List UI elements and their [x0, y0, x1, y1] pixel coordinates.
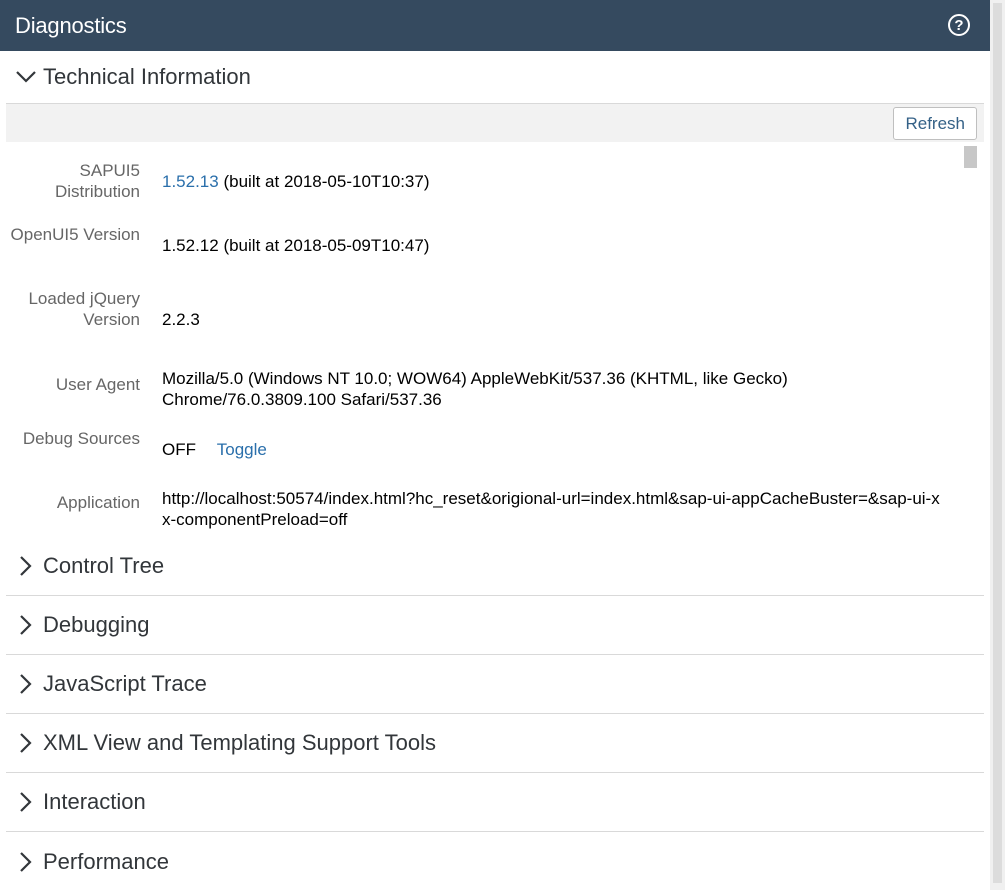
chevron-right-icon — [15, 732, 37, 754]
value-jquery-version: 2.2.3 — [162, 310, 200, 329]
debug-sources-toggle-link[interactable]: Toggle — [217, 440, 267, 459]
chevron-right-icon — [15, 555, 37, 577]
value-sapui5-distribution: 1.52.13 (built at 2018-05-10T10:37) — [162, 171, 942, 192]
panel-technical-information: Technical Information Refresh SAPUI5 Dis… — [0, 51, 990, 537]
label-debug-sources: Debug Sources — [22, 429, 140, 448]
value-debug-sources: OFF Toggle — [162, 439, 942, 460]
window-title: Diagnostics — [15, 12, 127, 38]
panel-title: XML View and Templating Support Tools — [43, 730, 436, 755]
chevron-right-icon — [15, 673, 37, 695]
diagnostics-window: Diagnostics ? Technical Information Refr… — [0, 0, 1005, 890]
panel-title: JavaScript Trace — [43, 671, 207, 696]
sapui5-built-date: (built at 2018-05-10T10:37) — [223, 172, 430, 191]
panel-title: Performance — [43, 848, 169, 874]
label-user-agent: User Agent — [55, 375, 140, 394]
label-jquery-version: Loaded jQuery Version — [28, 289, 140, 329]
title-bar: Diagnostics ? — [0, 0, 990, 51]
value-application: http://localhost:50574/index.html?hc_res… — [162, 489, 940, 529]
refresh-button[interactable]: Refresh — [893, 107, 977, 140]
label-sapui5-distribution: SAPUI5 Distribution — [54, 161, 140, 201]
panel-title: Interaction — [43, 789, 146, 814]
label-openui5-version: OpenUI5 Version — [10, 225, 140, 244]
technical-information-details: SAPUI5 Distribution 1.52.13 (built at 20… — [6, 142, 984, 537]
label-application: Application — [56, 493, 140, 512]
chevron-down-icon — [15, 66, 37, 88]
panel-xml-view-templating[interactable]: XML View and Templating Support Tools — [6, 714, 984, 773]
panel-title: Control Tree — [43, 553, 165, 578]
panel-javascript-trace[interactable]: JavaScript Trace — [6, 655, 984, 714]
panel-title: Technical Information — [43, 64, 251, 89]
details-scrollbar[interactable] — [964, 146, 977, 168]
panel-header-technical-information[interactable]: Technical Information — [0, 51, 990, 103]
value-user-agent: Mozilla/5.0 (Windows NT 10.0; WOW64) App… — [162, 369, 788, 409]
value-openui5-version: 1.52.12 (built at 2018-05-09T10:47) — [162, 236, 430, 255]
technical-information-toolbar: Refresh — [6, 103, 984, 142]
panel-control-tree[interactable]: Control Tree — [6, 537, 984, 596]
panel-interaction[interactable]: Interaction — [6, 773, 984, 832]
panel-performance[interactable]: Performance — [6, 832, 984, 890]
chevron-right-icon — [15, 614, 37, 636]
window-scrollbar-thumb[interactable] — [993, 3, 1002, 883]
panel-title: Debugging — [43, 612, 150, 637]
window-scrollbar[interactable] — [990, 0, 1005, 890]
sapui5-version-link[interactable]: 1.52.13 — [162, 172, 219, 191]
debug-sources-status: OFF — [162, 440, 196, 459]
chevron-right-icon — [15, 851, 37, 873]
help-icon[interactable]: ? — [948, 14, 970, 36]
panel-debugging[interactable]: Debugging — [6, 596, 984, 655]
diagnostics-content: Technical Information Refresh SAPUI5 Dis… — [0, 51, 990, 890]
chevron-right-icon — [15, 791, 37, 813]
